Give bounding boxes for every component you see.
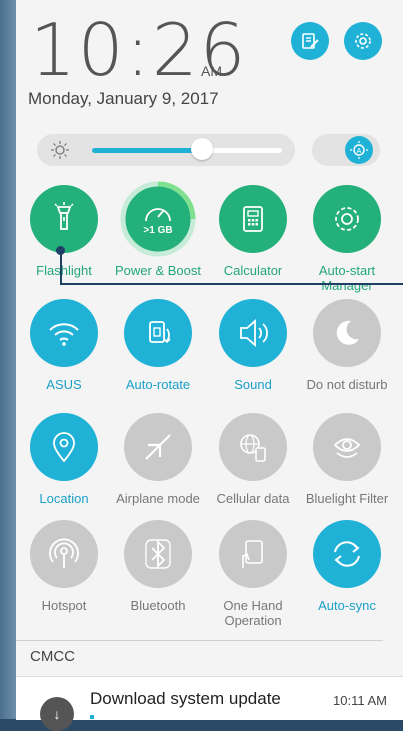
clock-date: Monday, January 9, 2017 [28, 89, 219, 108]
tile-label: Calculator [223, 263, 283, 278]
tile-label: Power & Boost [115, 263, 201, 278]
brightness-fill [92, 148, 202, 153]
notification-time: 10:11 AM [333, 693, 387, 708]
svg-text:A: A [357, 148, 362, 155]
tile-toggle-auto-start-manager[interactable] [313, 185, 381, 253]
eye-icon [333, 438, 361, 458]
tile-toggle-asus[interactable] [30, 299, 98, 367]
tile-calculator[interactable]: Calculator [206, 185, 300, 278]
speaker-icon [240, 319, 268, 347]
tile-label: One Hand Operation [223, 598, 283, 628]
tile-toggle-airplane-mode[interactable] [124, 413, 192, 481]
calculator-icon [243, 206, 263, 232]
tile-cellular-data[interactable]: Cellular data [206, 413, 300, 506]
divider [16, 640, 383, 641]
tile-toggle-power-boost[interactable]: >1 GB [120, 181, 196, 257]
tile-label: Hotspot [41, 598, 87, 613]
hotspot-icon [49, 538, 79, 568]
tile-auto-start-manager[interactable]: Auto-start Manager [300, 185, 394, 293]
pointer-line [60, 250, 62, 285]
tile-asus[interactable]: ASUS [17, 299, 111, 392]
sync-icon [334, 541, 360, 567]
tile-label: Auto-start Manager [318, 263, 376, 293]
globe-phone-icon [240, 434, 266, 462]
notification-card[interactable]: ↓ Download system update 10:11 AM [16, 676, 403, 731]
moon-icon [336, 320, 359, 345]
wallpaper-edge [0, 0, 16, 719]
tile-toggle-auto-sync[interactable] [313, 520, 381, 588]
tile-toggle-cellular-data[interactable] [219, 413, 287, 481]
tile-toggle-flashlight[interactable] [30, 185, 98, 253]
edit-quick-settings-button[interactable] [291, 22, 329, 60]
location-pin-icon [53, 432, 75, 463]
tile-location[interactable]: Location [17, 413, 111, 506]
tile-toggle-do-not-disturb[interactable] [313, 299, 381, 367]
airplane-icon [145, 434, 171, 460]
tile-toggle-bluelight-filter[interactable] [313, 413, 381, 481]
tile-airplane-mode[interactable]: Airplane mode [111, 413, 205, 506]
gear-badge-icon [335, 207, 359, 231]
bluetooth-icon [145, 539, 171, 569]
tile-flashlight[interactable]: Flashlight [17, 185, 111, 278]
tile-toggle-hotspot[interactable] [30, 520, 98, 588]
tile-hotspot[interactable]: Hotspot [17, 520, 111, 613]
tile-one-hand-operation[interactable]: One Hand Operation [206, 520, 300, 628]
download-progress [90, 715, 94, 719]
pointer-line [60, 283, 403, 285]
one-hand-icon [242, 540, 263, 568]
tile-label: ASUS [46, 377, 82, 392]
tile-label: Auto-sync [318, 598, 376, 613]
brightness-rest [202, 148, 282, 153]
tile-do-not-disturb[interactable]: Do not disturb [300, 299, 394, 392]
tile-bluetooth[interactable]: Bluetooth [111, 520, 205, 613]
tile-label: Location [39, 491, 89, 506]
tile-bluelight-filter[interactable]: Bluelight Filter [300, 413, 394, 506]
tile-label: Bluetooth [130, 598, 186, 613]
gear-icon [355, 33, 371, 49]
notes-edit-icon [302, 33, 319, 49]
download-icon: ↓ [40, 697, 74, 731]
tile-power-boost[interactable]: >1 GB Power & Boost [111, 181, 205, 278]
tile-toggle-calculator[interactable] [219, 185, 287, 253]
tile-label: Bluelight Filter [305, 491, 389, 506]
tile-auto-sync[interactable]: Auto-sync [300, 520, 394, 613]
tile-label: Airplane mode [116, 491, 200, 506]
tile-label: Flashlight [36, 263, 92, 278]
auto-brightness-icon: A [350, 141, 368, 159]
tile-toggle-location[interactable] [30, 413, 98, 481]
tile-label: Auto-rotate [125, 377, 191, 392]
tile-label: Do not disturb [306, 377, 388, 392]
brightness-thumb[interactable] [191, 138, 213, 160]
wifi-icon [49, 323, 79, 346]
flashlight-icon [54, 202, 74, 230]
rotate-icon [149, 321, 171, 344]
tile-toggle-bluetooth[interactable] [124, 520, 192, 588]
notification-title: Download system update [90, 689, 281, 708]
sun-icon [51, 141, 69, 159]
tile-label: Sound [234, 377, 272, 392]
auto-brightness-knob[interactable]: A [345, 136, 373, 164]
tile-label: Cellular data [216, 491, 290, 506]
tile-toggle-auto-rotate[interactable] [124, 299, 192, 367]
tile-auto-rotate[interactable]: Auto-rotate [111, 299, 205, 392]
speedometer-icon [145, 207, 171, 221]
tile-toggle-one-hand-operation[interactable] [219, 520, 287, 588]
clock-ampm: AM [201, 63, 222, 79]
tile-sound[interactable]: Sound [206, 299, 300, 392]
settings-button[interactable] [344, 22, 382, 60]
carrier-name: CMCC [30, 648, 75, 665]
tile-toggle-sound[interactable] [219, 299, 287, 367]
